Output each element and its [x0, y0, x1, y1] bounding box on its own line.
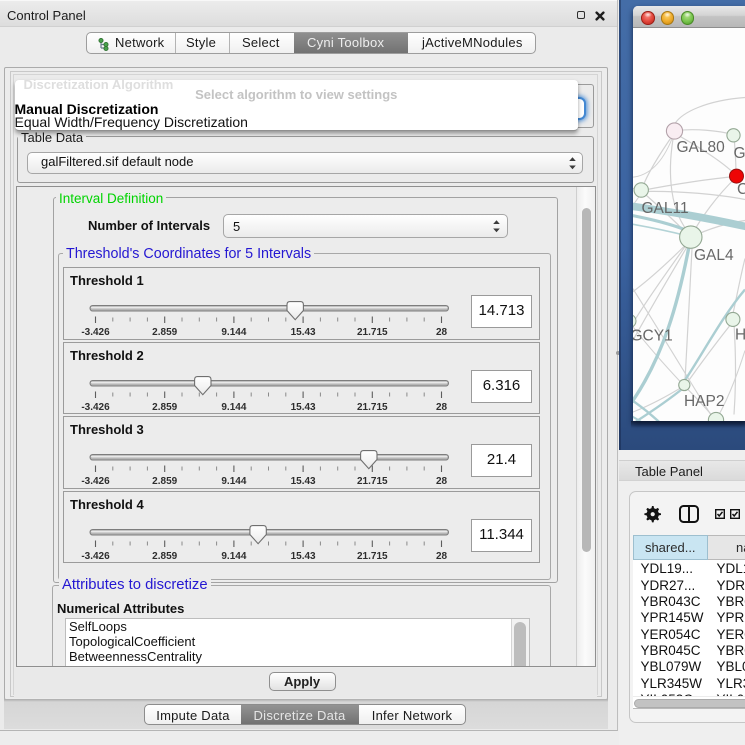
svg-text:15.43: 15.43: [290, 551, 315, 562]
svg-text:28: 28: [435, 476, 447, 487]
svg-text:9.144: 9.144: [221, 476, 246, 487]
svg-text:2.859: 2.859: [152, 327, 177, 338]
svg-text:-3.426: -3.426: [81, 402, 110, 413]
svg-text:28: 28: [435, 551, 447, 562]
svg-text:21.715: 21.715: [357, 476, 388, 487]
svg-text:9.144: 9.144: [221, 551, 246, 562]
svg-text:2.859: 2.859: [152, 551, 177, 562]
svg-text:9.144: 9.144: [221, 327, 246, 338]
svg-text:15.43: 15.43: [290, 476, 315, 487]
svg-text:15.43: 15.43: [290, 402, 315, 413]
svg-text:GAL80: GAL80: [677, 138, 726, 155]
svg-text:21.715: 21.715: [357, 327, 388, 338]
svg-text:-3.426: -3.426: [81, 551, 110, 562]
svg-text:GAL11: GAL11: [642, 200, 689, 217]
svg-text:-3.426: -3.426: [81, 476, 110, 487]
svg-text:9.144: 9.144: [221, 402, 246, 413]
svg-text:HI: HI: [735, 326, 745, 343]
svg-text:GCY1: GCY1: [633, 327, 673, 344]
svg-text:HAP2: HAP2: [684, 393, 725, 410]
svg-text:2.859: 2.859: [152, 476, 177, 487]
svg-text:28: 28: [435, 327, 447, 338]
svg-text:-3.426: -3.426: [81, 327, 110, 338]
svg-text:GA: GA: [734, 145, 745, 162]
svg-text:15.43: 15.43: [290, 327, 315, 338]
svg-text:2.859: 2.859: [152, 402, 177, 413]
svg-text:CD: CD: [737, 181, 745, 198]
svg-text:21.715: 21.715: [357, 402, 388, 413]
svg-text:28: 28: [435, 402, 447, 413]
svg-text:21.715: 21.715: [357, 551, 388, 562]
svg-text:GAL4: GAL4: [694, 247, 734, 264]
